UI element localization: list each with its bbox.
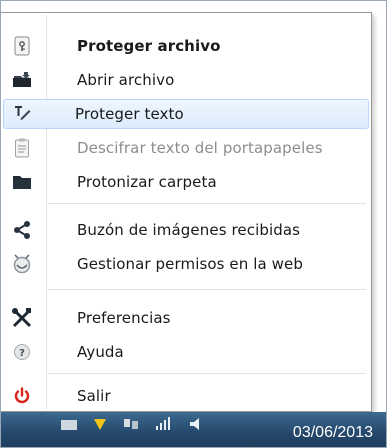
tray-app-icon[interactable] xyxy=(60,416,78,435)
protect-text-icon xyxy=(11,103,33,125)
menu-item-label: Preferencias xyxy=(77,309,171,327)
menu-item-open-file[interactable]: Abrir archivo xyxy=(3,65,369,95)
menu-item-label: Gestionar permisos en la web xyxy=(77,255,303,273)
menu-item-exit[interactable]: Salir xyxy=(3,381,369,411)
menu-item-label: Protonizar carpeta xyxy=(77,173,217,191)
open-file-icon xyxy=(11,69,33,91)
protect-file-icon xyxy=(11,35,33,57)
system-tray xyxy=(60,414,206,436)
power-icon xyxy=(11,385,33,407)
share-icon xyxy=(11,219,33,241)
menu-item-preferences[interactable]: Preferencias xyxy=(3,303,369,333)
tray-network-icon[interactable] xyxy=(122,416,140,435)
taskbar: 03/06/2013 xyxy=(0,412,387,448)
menu-item-label: Proteger texto xyxy=(75,105,184,123)
menu-item-label: Descifrar texto del portapapeles xyxy=(77,139,323,157)
menu-item-help[interactable]: ? Ayuda xyxy=(3,337,369,367)
menu-item-protect-text[interactable]: Proteger texto xyxy=(3,99,369,129)
menu-item-label: Proteger archivo xyxy=(77,37,221,55)
tray-context-menu: Proteger archivo Abrir archivo Proteger … xyxy=(0,12,372,412)
menu-item-decrypt-clipboard[interactable]: Descifrar texto del portapapeles xyxy=(3,133,369,163)
menu-item-protonize-folder[interactable]: Protonizar carpeta xyxy=(3,167,369,197)
tray-signal-icon[interactable] xyxy=(154,416,174,435)
menu-separator xyxy=(48,373,366,375)
menu-separator xyxy=(48,203,366,205)
menu-item-label: Ayuda xyxy=(77,343,124,361)
menu-item-web-permissions[interactable]: Gestionar permisos en la web xyxy=(3,249,369,279)
menu-separator xyxy=(48,289,366,291)
web-permissions-icon xyxy=(11,253,33,275)
svg-text:?: ? xyxy=(19,348,25,359)
menu-item-label: Salir xyxy=(77,387,111,405)
menu-item-received-images[interactable]: Buzón de imágenes recibidas xyxy=(3,215,369,245)
clipboard-decrypt-icon xyxy=(11,137,33,159)
help-icon: ? xyxy=(11,341,33,363)
menu-item-protect-file[interactable]: Proteger archivo xyxy=(3,31,369,61)
taskbar-clock[interactable]: 03/06/2013 xyxy=(293,424,373,442)
menu-item-label: Abrir archivo xyxy=(77,71,175,89)
menu-item-label: Buzón de imágenes recibidas xyxy=(77,221,301,239)
folder-icon xyxy=(11,171,33,193)
tray-volume-icon[interactable] xyxy=(188,416,206,435)
tray-shield-icon[interactable] xyxy=(92,416,108,435)
tools-icon xyxy=(11,307,33,329)
